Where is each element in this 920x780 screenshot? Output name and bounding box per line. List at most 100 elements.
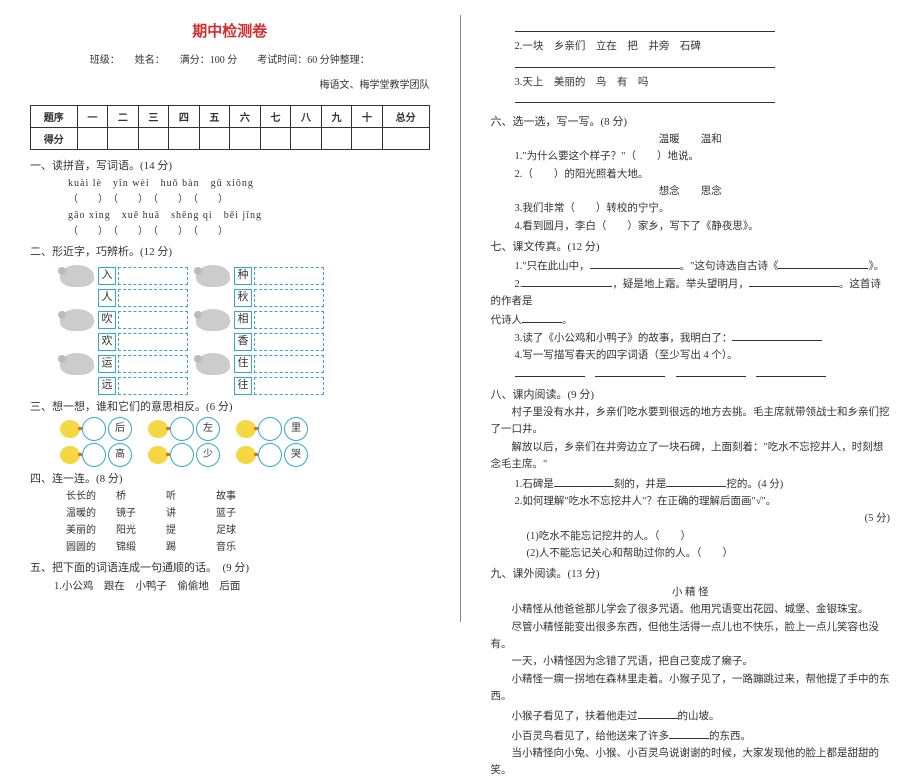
write-line	[118, 333, 188, 351]
th: 一	[77, 106, 108, 128]
text: 刻的，井是	[614, 479, 667, 490]
section-title: 四、连一连。(8 分)	[30, 471, 430, 489]
text: 。"这句诗选自古诗《	[680, 261, 779, 272]
story-text: 小精怪一瘸一拐地在森林里走着。小猴子见了，一路蹦跳过来，帮他提了手中的东西。	[491, 672, 891, 706]
passage-text: 解放以后，乡亲们在井旁边立了一块石碑，上面刻着："吃水不忘挖井人，时刻想念毛主席…	[491, 440, 891, 474]
char-box: 种	[234, 267, 252, 285]
question-item: 1."只在此山中，。"这句诗选自古诗《》。	[515, 257, 891, 275]
story-title: 小 精 怪	[491, 584, 891, 601]
answer-circle	[170, 443, 194, 467]
text: 代诗人	[491, 315, 523, 326]
td	[138, 128, 169, 150]
char-circle: 里	[284, 417, 308, 441]
td	[291, 128, 322, 150]
match-item: 温暖的	[66, 505, 116, 522]
char-box: 运	[98, 355, 116, 373]
exam-header: 班级： 姓名： 满分：100 分 考试时间：60 分钟整理：	[30, 51, 430, 66]
char-box: 吹	[98, 311, 116, 329]
elephant-icon	[60, 309, 94, 331]
score-table: 题序 一 二 三 四 五 六 七 八 九 十 总分 得分	[30, 105, 430, 150]
section-2: 二、形近字，巧辨析。(12 分) 入种 人秋 吹相 欢香 运住 远往	[30, 244, 430, 396]
section-title: 二、形近字，巧辨析。(12 分)	[30, 244, 430, 262]
th: 五	[199, 106, 230, 128]
word-pair: 温暖 温和	[491, 131, 891, 148]
option-item: (1)吃水不能忘记挖井的人。（ ）	[527, 528, 891, 545]
chick-icon	[236, 420, 256, 438]
question-item: 4.写一写描写春天的四字词语（至少写出 4 个）。	[515, 347, 891, 364]
section-8: 八、课内阅读。(9 分) 村子里没有水井，乡亲们吃水要到很远的地方去挑。毛主席就…	[491, 387, 891, 562]
match-item: 美丽的	[66, 522, 116, 539]
elephant-icon	[196, 265, 230, 287]
table-row: 得分	[31, 128, 430, 150]
section-title: 九、课外阅读。(13 分)	[491, 566, 891, 584]
elephant-icon	[60, 265, 94, 287]
section-4: 四、连一连。(8 分) 长长的桥听故事 温暖的镜子讲篮子 美丽的阳光提足球 圆圆…	[30, 471, 430, 557]
question-item: 4.看到圆月，李白（ ）家乡，写下了《静夜思》。	[515, 218, 891, 235]
match-item: 长长的	[66, 488, 116, 505]
page-left: 期中检测卷 班级： 姓名： 满分：100 分 考试时间：60 分钟整理： 梅语文…	[0, 0, 460, 637]
answer-line	[515, 365, 891, 383]
section-title: 一、读拼音，写词语。(14 分)	[30, 158, 430, 176]
char-box: 入	[98, 267, 116, 285]
question-item: 1.石碑是刻的，井是挖的。(4 分)	[515, 475, 891, 493]
question-item: 2.，疑是地上霜。举头望明月，。这首诗的作者是	[491, 275, 891, 311]
char-box: 香	[234, 333, 252, 351]
th: 七	[260, 106, 291, 128]
td	[321, 128, 352, 150]
match-item: 镜子	[116, 505, 166, 522]
char-box: 人	[98, 289, 116, 307]
match-item: 桥	[116, 488, 166, 505]
char-box: 往	[234, 377, 252, 395]
char-circle: 后	[108, 417, 132, 441]
chick-icon	[148, 446, 168, 464]
option-item: (2)人不能忘记关心和帮助过你的人。（ ）	[527, 545, 891, 562]
chick-icon	[60, 420, 80, 438]
answer-circle	[258, 443, 282, 467]
text: 。	[562, 315, 573, 326]
match-item: 踢	[166, 539, 216, 556]
match-item: 音乐	[216, 539, 266, 556]
section-9: 九、课外阅读。(13 分) 小 精 怪 小精怪从他爸爸那儿学会了很多咒语。他用咒…	[491, 566, 891, 780]
td	[260, 128, 291, 150]
write-line	[118, 377, 188, 395]
paren-line: （ ） （ ） （ ） （ ）	[68, 224, 430, 240]
passage-text: 村子里没有水井，乡亲们吃水要到很远的地方去挑。毛主席就带领战士和乡亲们挖了一口井…	[491, 405, 891, 439]
match-item: 足球	[216, 522, 266, 539]
chick-icon	[236, 446, 256, 464]
answer-circle	[82, 417, 106, 441]
write-line	[118, 311, 188, 329]
section-7: 七、课文传真。(12 分) 1."只在此山中，。"这句诗选自古诗《》。 2.，疑…	[491, 239, 891, 383]
text: 挖的。(4 分)	[726, 479, 783, 490]
th: 得分	[31, 128, 78, 150]
text: 的山坡。	[678, 711, 720, 722]
td	[352, 128, 383, 150]
credit-line: 梅语文、梅学堂教学团队	[30, 76, 430, 91]
char-circle: 少	[196, 443, 220, 467]
write-line	[254, 377, 324, 395]
elephant-icon	[196, 353, 230, 375]
td	[199, 128, 230, 150]
section-title: 三、想一想，谁和它们的意思相反。(6 分)	[30, 399, 430, 417]
th: 六	[230, 106, 261, 128]
write-line	[254, 267, 324, 285]
answer-circle	[258, 417, 282, 441]
answer-circle	[82, 443, 106, 467]
text: 1."只在此山中，	[515, 261, 590, 272]
match-item: 故事	[216, 488, 266, 505]
th: 八	[291, 106, 322, 128]
story-text: 一天，小精怪因为念错了咒语，把自己变成了癞子。	[491, 654, 891, 671]
th: 题序	[31, 106, 78, 128]
td	[230, 128, 261, 150]
score-note: (5 分)	[491, 510, 891, 527]
char-circle: 高	[108, 443, 132, 467]
text: ，疑是地上霜。举头望明月，	[612, 279, 749, 290]
text: 2.	[515, 276, 523, 293]
section-5: 五、把下面的词语连成一句通顺的话。 (9 分) 1.小公鸡 跟在 小鸭子 偷偷地…	[30, 560, 430, 595]
th: 二	[108, 106, 139, 128]
section-3: 三、想一想，谁和它们的意思相反。(6 分) 后 左 里 高 少 哭	[30, 399, 430, 467]
story-text: 小猴子看见了，扶着他走过的山坡。	[491, 707, 891, 726]
answer-line	[515, 91, 891, 109]
section-title: 七、课文传真。(12 分)	[491, 239, 891, 257]
elephant-icon	[196, 309, 230, 331]
question-item: 2.一块 乡亲们 立在 把 井旁 石碑	[515, 38, 891, 55]
